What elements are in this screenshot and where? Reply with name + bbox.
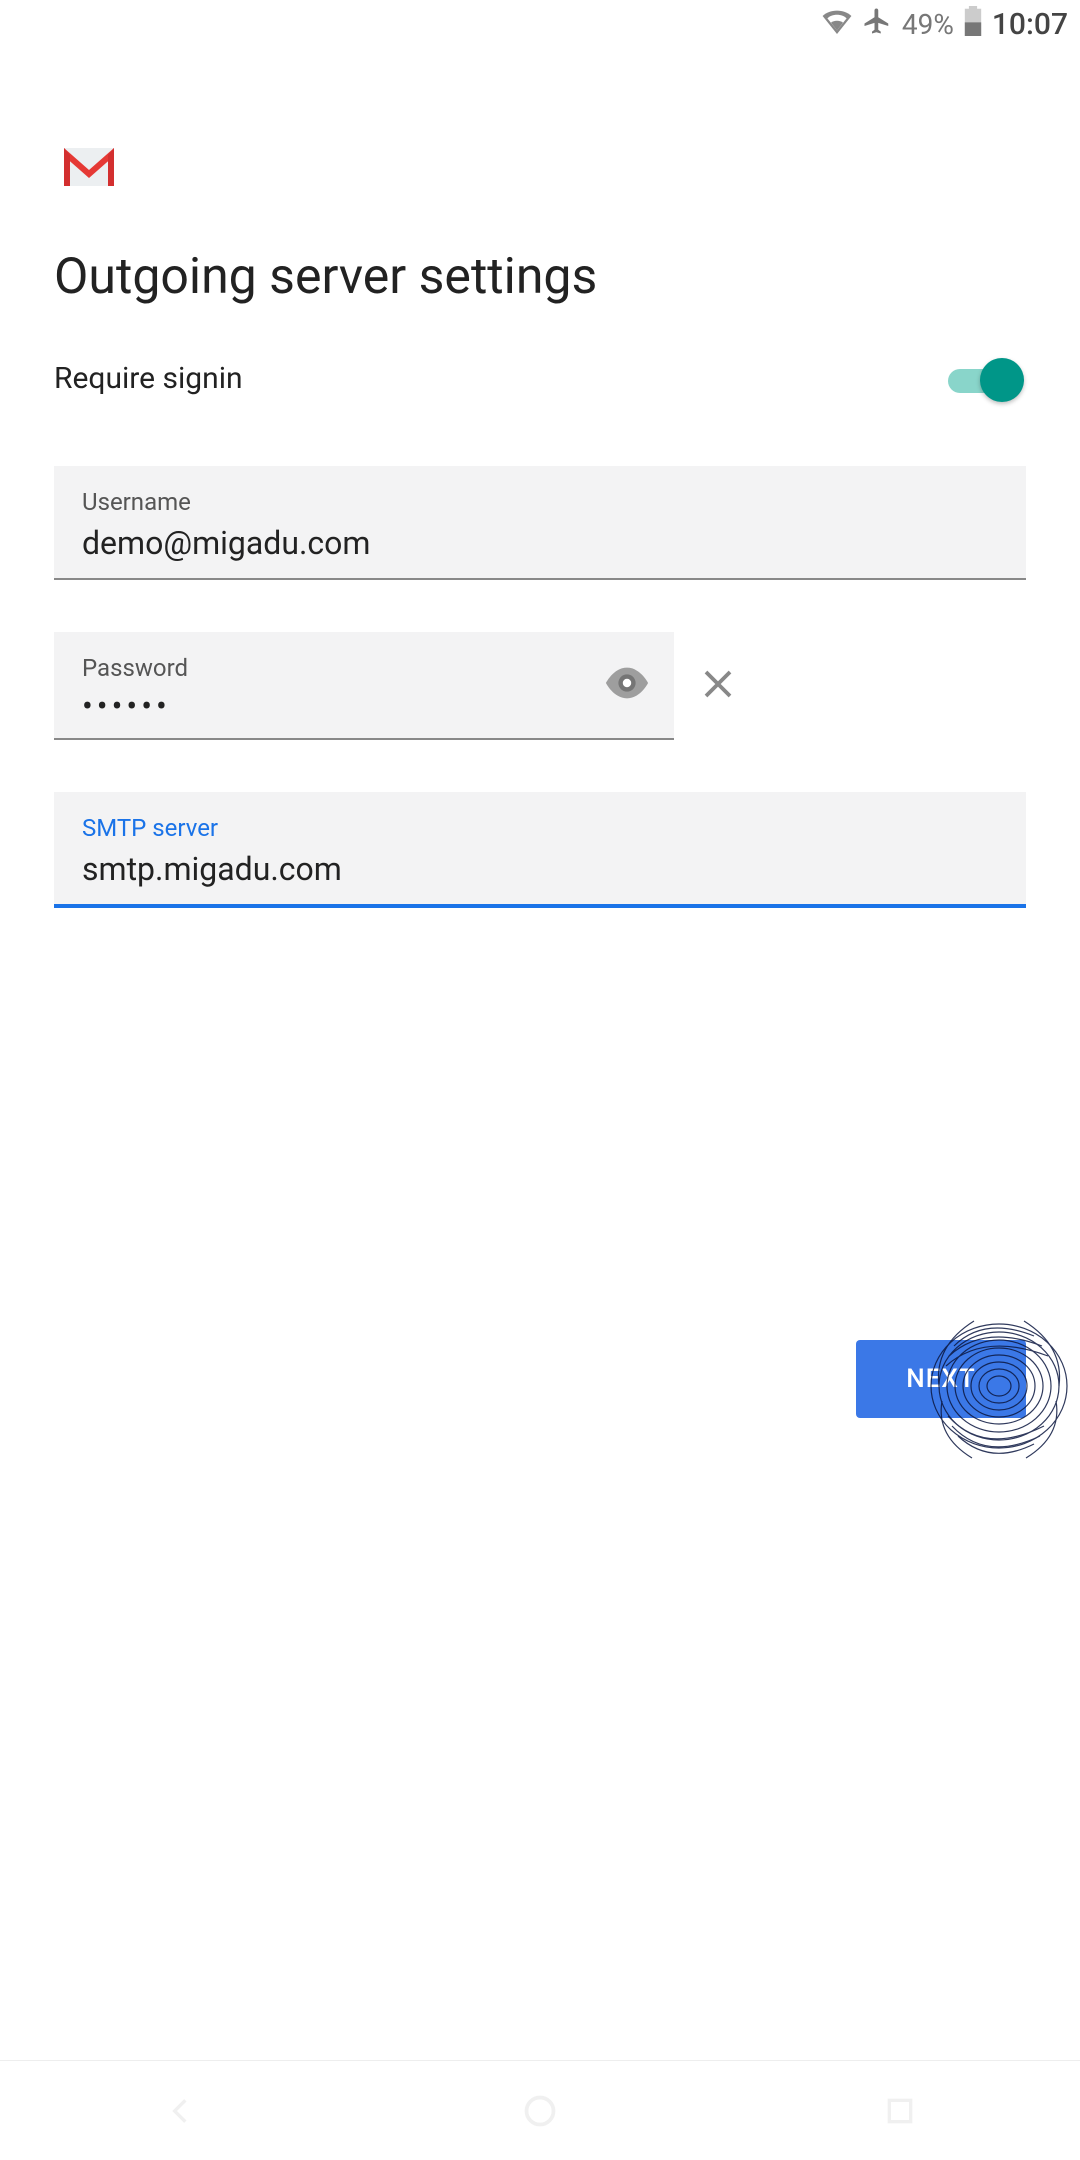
require-signin-toggle[interactable] xyxy=(948,358,1016,398)
next-button[interactable]: NEXT xyxy=(856,1340,1026,1418)
page-title: Outgoing server settings xyxy=(54,248,1026,306)
password-field-group: Password •••••• xyxy=(54,632,1026,740)
footer-actions: NEXT xyxy=(856,1340,1026,1418)
smtp-server-field[interactable]: SMTP server smtp.migadu.com xyxy=(54,792,1026,908)
password-masked-value: •••••• xyxy=(82,690,594,722)
nav-recent-icon[interactable] xyxy=(878,2088,923,2133)
require-signin-label: Require signin xyxy=(54,361,243,396)
username-field-group: Username demo@migadu.com xyxy=(54,466,1026,580)
battery-icon xyxy=(964,6,982,43)
show-password-icon[interactable] xyxy=(604,667,650,703)
require-signin-row: Require signin xyxy=(54,358,1026,398)
main-content: Outgoing server settings Require signin … xyxy=(0,48,1080,908)
nav-back-icon[interactable] xyxy=(158,2088,203,2133)
username-value: demo@migadu.com xyxy=(82,524,998,562)
nav-home-icon[interactable] xyxy=(518,2088,563,2133)
username-field[interactable]: Username demo@migadu.com xyxy=(54,466,1026,580)
smtp-field-group: SMTP server smtp.migadu.com xyxy=(54,792,1026,908)
smtp-label: SMTP server xyxy=(82,814,998,842)
wifi-icon xyxy=(822,8,852,41)
username-label: Username xyxy=(82,488,998,516)
status-bar: 49% 10:07 xyxy=(0,0,1080,48)
smtp-value: smtp.migadu.com xyxy=(82,850,998,888)
airplane-mode-icon xyxy=(862,6,892,43)
navigation-bar xyxy=(0,2060,1080,2160)
password-label: Password xyxy=(82,654,594,682)
password-field[interactable]: Password •••••• xyxy=(54,632,674,740)
gmail-icon xyxy=(64,148,114,186)
clock-time: 10:07 xyxy=(992,7,1068,42)
clear-password-icon[interactable] xyxy=(700,666,736,706)
battery-percent: 49% xyxy=(902,8,954,41)
